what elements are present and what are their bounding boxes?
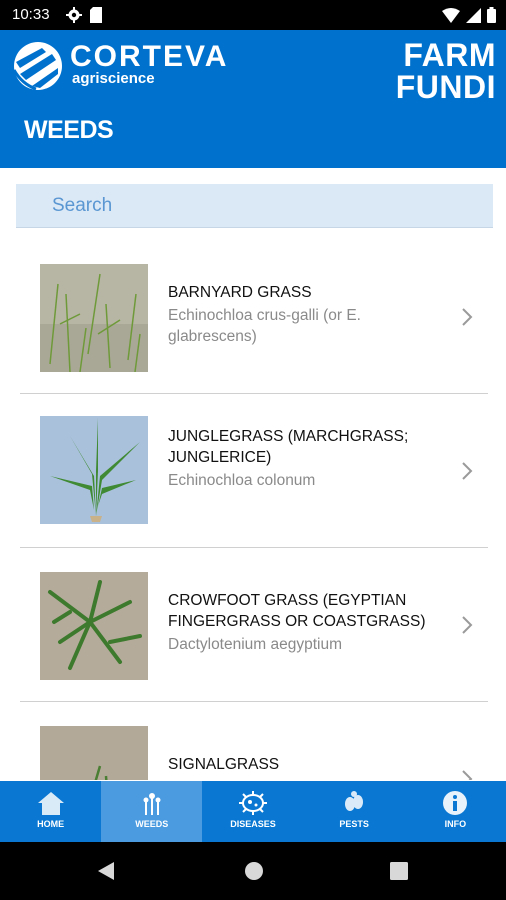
page-title: WEEDS (24, 116, 114, 144)
status-time: 10:33 (12, 6, 50, 23)
bottom-nav: HOME WEEDS DISEASES PESTS INFO (0, 781, 506, 842)
nav-label: PESTS (339, 819, 369, 829)
home-circle-icon[interactable] (244, 861, 264, 881)
list-item[interactable]: JUNGLEGRASS (MARCHGRASS; JUNGLERICE) Ech… (20, 394, 488, 548)
chevron-right-icon (462, 770, 473, 780)
chevron-right-icon (462, 462, 473, 480)
list-item[interactable]: CROWFOOT GRASS (EGYPTIAN FINGERGRASS OR … (20, 548, 488, 702)
nav-info[interactable]: INFO (405, 781, 506, 842)
nav-label: INFO (444, 819, 467, 829)
recents-icon[interactable] (390, 862, 408, 880)
corteva-logo-icon (12, 42, 62, 91)
settings-gear-icon (66, 7, 82, 23)
brand: CORTEVA agriscience (70, 40, 229, 88)
weed-thumbnail (40, 572, 148, 680)
list-item[interactable]: SIGNALGRASS (20, 702, 488, 780)
signal-icon (466, 7, 481, 23)
brand-name: CORTEVA (70, 40, 229, 73)
weeds-icon (143, 793, 161, 815)
search-input[interactable] (16, 184, 493, 227)
item-title: CROWFOOT GRASS (EGYPTIAN FINGERGRASS OR … (168, 592, 426, 630)
item-title: BARNYARD GRASS (168, 284, 312, 301)
diseases-icon (238, 791, 267, 815)
weeds-list: BARNYARD GRASS Echinochloa crus-galli (o… (20, 240, 488, 780)
nav-label: HOME (37, 819, 65, 829)
app-name-line2: FUNDI (395, 69, 496, 105)
item-scientific-name: Echinochloa crus-galli (or E. glabrescen… (168, 307, 361, 345)
pests-icon (345, 791, 364, 811)
battery-icon (487, 7, 496, 23)
home-icon (37, 792, 64, 815)
chevron-right-icon (462, 616, 473, 634)
app-header: CORTEVA agriscience FARM FUNDI WEEDS (0, 30, 506, 168)
info-icon (443, 791, 468, 815)
nav-pests[interactable]: PESTS (304, 781, 405, 842)
list-item[interactable]: BARNYARD GRASS Echinochloa crus-galli (o… (20, 240, 488, 394)
weed-thumbnail (40, 264, 148, 372)
wifi-icon (442, 7, 460, 23)
item-title: SIGNALGRASS (168, 756, 280, 773)
status-bar: 10:33 (0, 0, 506, 30)
item-scientific-name: Echinochloa colonum (168, 472, 316, 489)
item-title: JUNGLEGRASS (MARCHGRASS; JUNGLERICE) (168, 428, 409, 466)
search-bar[interactable] (16, 184, 493, 228)
weed-thumbnail (40, 726, 148, 780)
back-icon[interactable] (96, 861, 116, 881)
nav-label: WEEDS (135, 819, 169, 829)
app-name-line1: FARM (403, 37, 496, 73)
nav-diseases[interactable]: DISEASES (202, 781, 303, 842)
sd-card-icon (90, 7, 102, 23)
item-scientific-name: Dactylotenium aegyptium (168, 636, 343, 653)
nav-label: DISEASES (230, 819, 276, 829)
chevron-right-icon (462, 308, 473, 326)
weed-thumbnail (40, 416, 148, 524)
nav-home[interactable]: HOME (0, 781, 101, 842)
app-name: FARM FUNDI (396, 39, 496, 103)
nav-weeds[interactable]: WEEDS (101, 781, 203, 842)
system-nav-bar (0, 842, 506, 900)
